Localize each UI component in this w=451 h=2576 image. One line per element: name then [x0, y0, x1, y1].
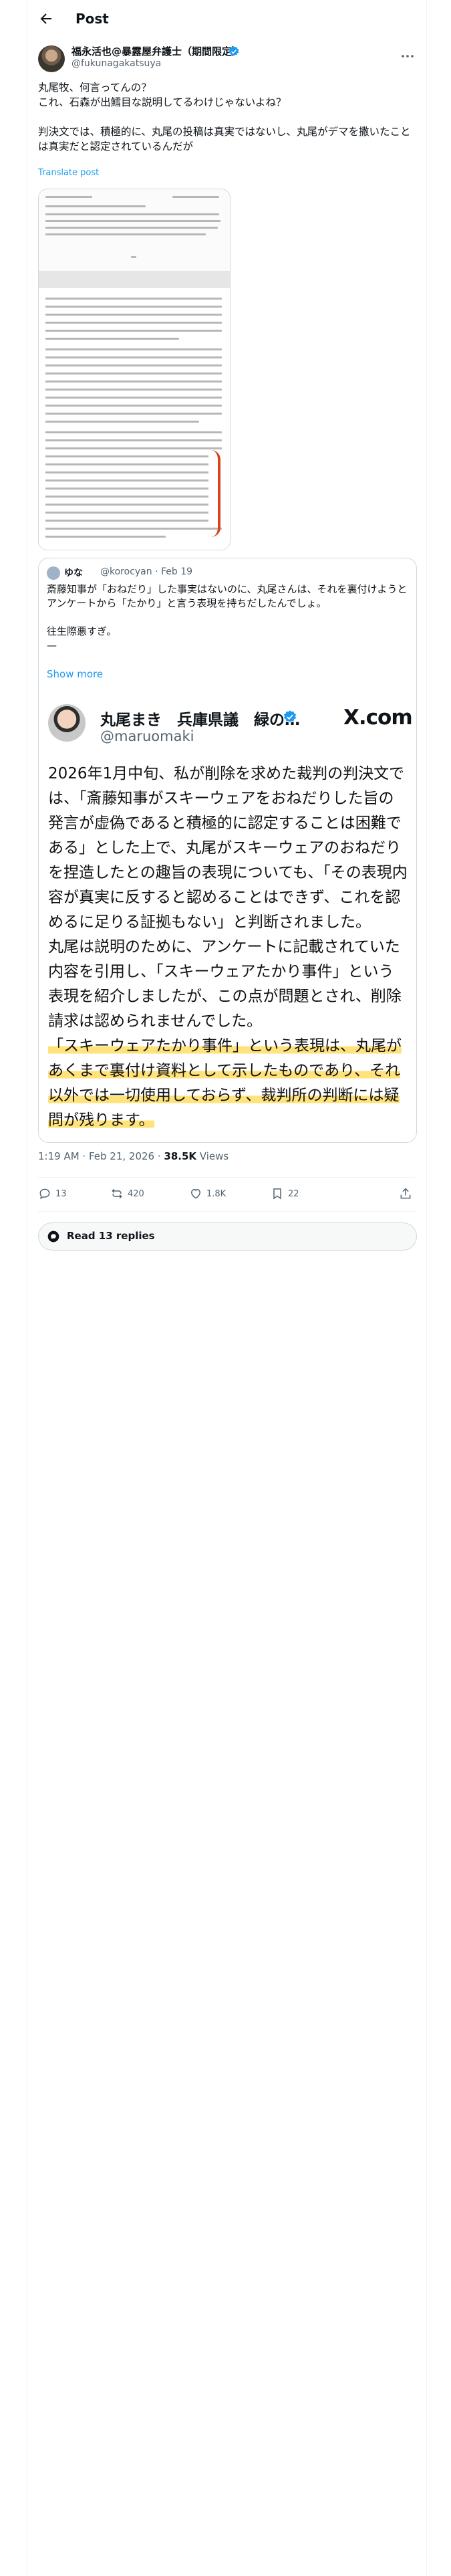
embedded-paragraph: 2026年1月中旬、私が削除を求めた裁判の判決文では、「斎藤知事がスキーウェアを…	[48, 765, 408, 931]
post-timestamp: 1:19 AM · Feb 21, 2026 · 38.5K Views	[38, 1150, 229, 1162]
embedded-post-body: 2026年1月中旬、私が削除を求めた裁判の判決文では、「斎藤知事がスキーウェアを…	[48, 762, 409, 1133]
quoted-post[interactable]: ゆな @korocyan · Feb 19 斎藤知事が「おねだり」した事実はない…	[38, 558, 417, 1143]
read-replies-label: Read 13 replies	[67, 1230, 155, 1242]
embedded-author-name: 丸尾まき 兵庫県議 緑の…	[100, 712, 300, 729]
highlighted-text: 「スキーウェアたかり事件」という表現は、丸尾があくまで裏付け資料として示したもの…	[48, 1037, 402, 1129]
red-annotation-mark	[211, 450, 220, 537]
embedded-verified-badge-icon	[283, 710, 297, 724]
views-count: 38.5K	[164, 1150, 197, 1162]
top-bar: Post	[27, 0, 426, 37]
share-icon	[400, 1188, 411, 1199]
bookmark-icon	[273, 1188, 281, 1200]
replies-bubble-icon	[47, 1230, 60, 1243]
like-button[interactable]: 1.8K	[189, 1186, 226, 1201]
bookmark-button[interactable]: 22	[271, 1186, 299, 1201]
post-text: 丸尾牧、何言ってんの？ これ、石森が出鱈目な説明してるわけじゃないよね？ 判決文…	[38, 82, 411, 152]
quoted-post-text: 斎藤知事が「おねだり」した事実はないのに、丸尾さんは、それを裏付けようとアンケー…	[47, 583, 408, 651]
quoted-author-name: ゆな	[64, 568, 83, 578]
bookmark-count: 22	[288, 1188, 299, 1199]
share-button[interactable]	[399, 1186, 416, 1201]
repost-button[interactable]: 420	[110, 1186, 144, 1201]
heart-icon	[190, 1188, 201, 1199]
views-label: Views	[196, 1150, 229, 1162]
reply-button[interactable]: 13	[38, 1186, 67, 1201]
embedded-paragraph: 丸尾は説明のために、アンケートに記載されていた内容を引用し、「スキーウェアたかり…	[48, 938, 402, 1030]
translate-post-link[interactable]: Translate post	[38, 168, 99, 178]
action-bar: 13 420 1.8K 22	[38, 1177, 416, 1212]
quoted-screenshot-image[interactable]: 丸尾まき 兵庫県議 緑の… @maruomaki X.com 2026年1月中旬…	[39, 691, 416, 1142]
back-arrow-icon[interactable]	[38, 11, 54, 27]
reply-count: 13	[55, 1188, 67, 1199]
show-more-link[interactable]: Show more	[47, 668, 103, 680]
photo-divider	[39, 271, 230, 288]
main-column: Post 福永活也@暴露屋弁護士（期間限定） @fukunagakatsuya …	[27, 0, 427, 2576]
read-replies-button[interactable]: Read 13 replies	[38, 1222, 417, 1251]
photo-screenshot-top	[39, 189, 230, 271]
photo-judgment-text	[39, 288, 230, 550]
page-title: Post	[76, 11, 109, 27]
repost-count: 420	[128, 1188, 144, 1199]
author-avatar[interactable]	[38, 45, 65, 72]
attached-photo[interactable]	[38, 189, 231, 550]
author-name[interactable]: 福永活也@暴露屋弁護士（期間限定）	[71, 44, 242, 58]
author-handle[interactable]: @fukunagakatsuya	[71, 58, 161, 69]
like-count: 1.8K	[206, 1188, 227, 1199]
verified-badge-icon	[228, 45, 240, 58]
repost-icon	[112, 1188, 122, 1199]
embedded-author-handle: @maruomaki	[100, 728, 194, 744]
quoted-author-meta: @korocyan · Feb 19	[100, 566, 193, 577]
quoted-author-avatar	[47, 566, 60, 580]
embedded-author-avatar	[48, 704, 86, 742]
timestamp-text: 1:19 AM · Feb 21, 2026 ·	[38, 1150, 164, 1162]
reply-icon	[39, 1188, 50, 1200]
more-options-icon[interactable]	[400, 48, 416, 64]
x-com-logo: X.com	[343, 706, 413, 730]
